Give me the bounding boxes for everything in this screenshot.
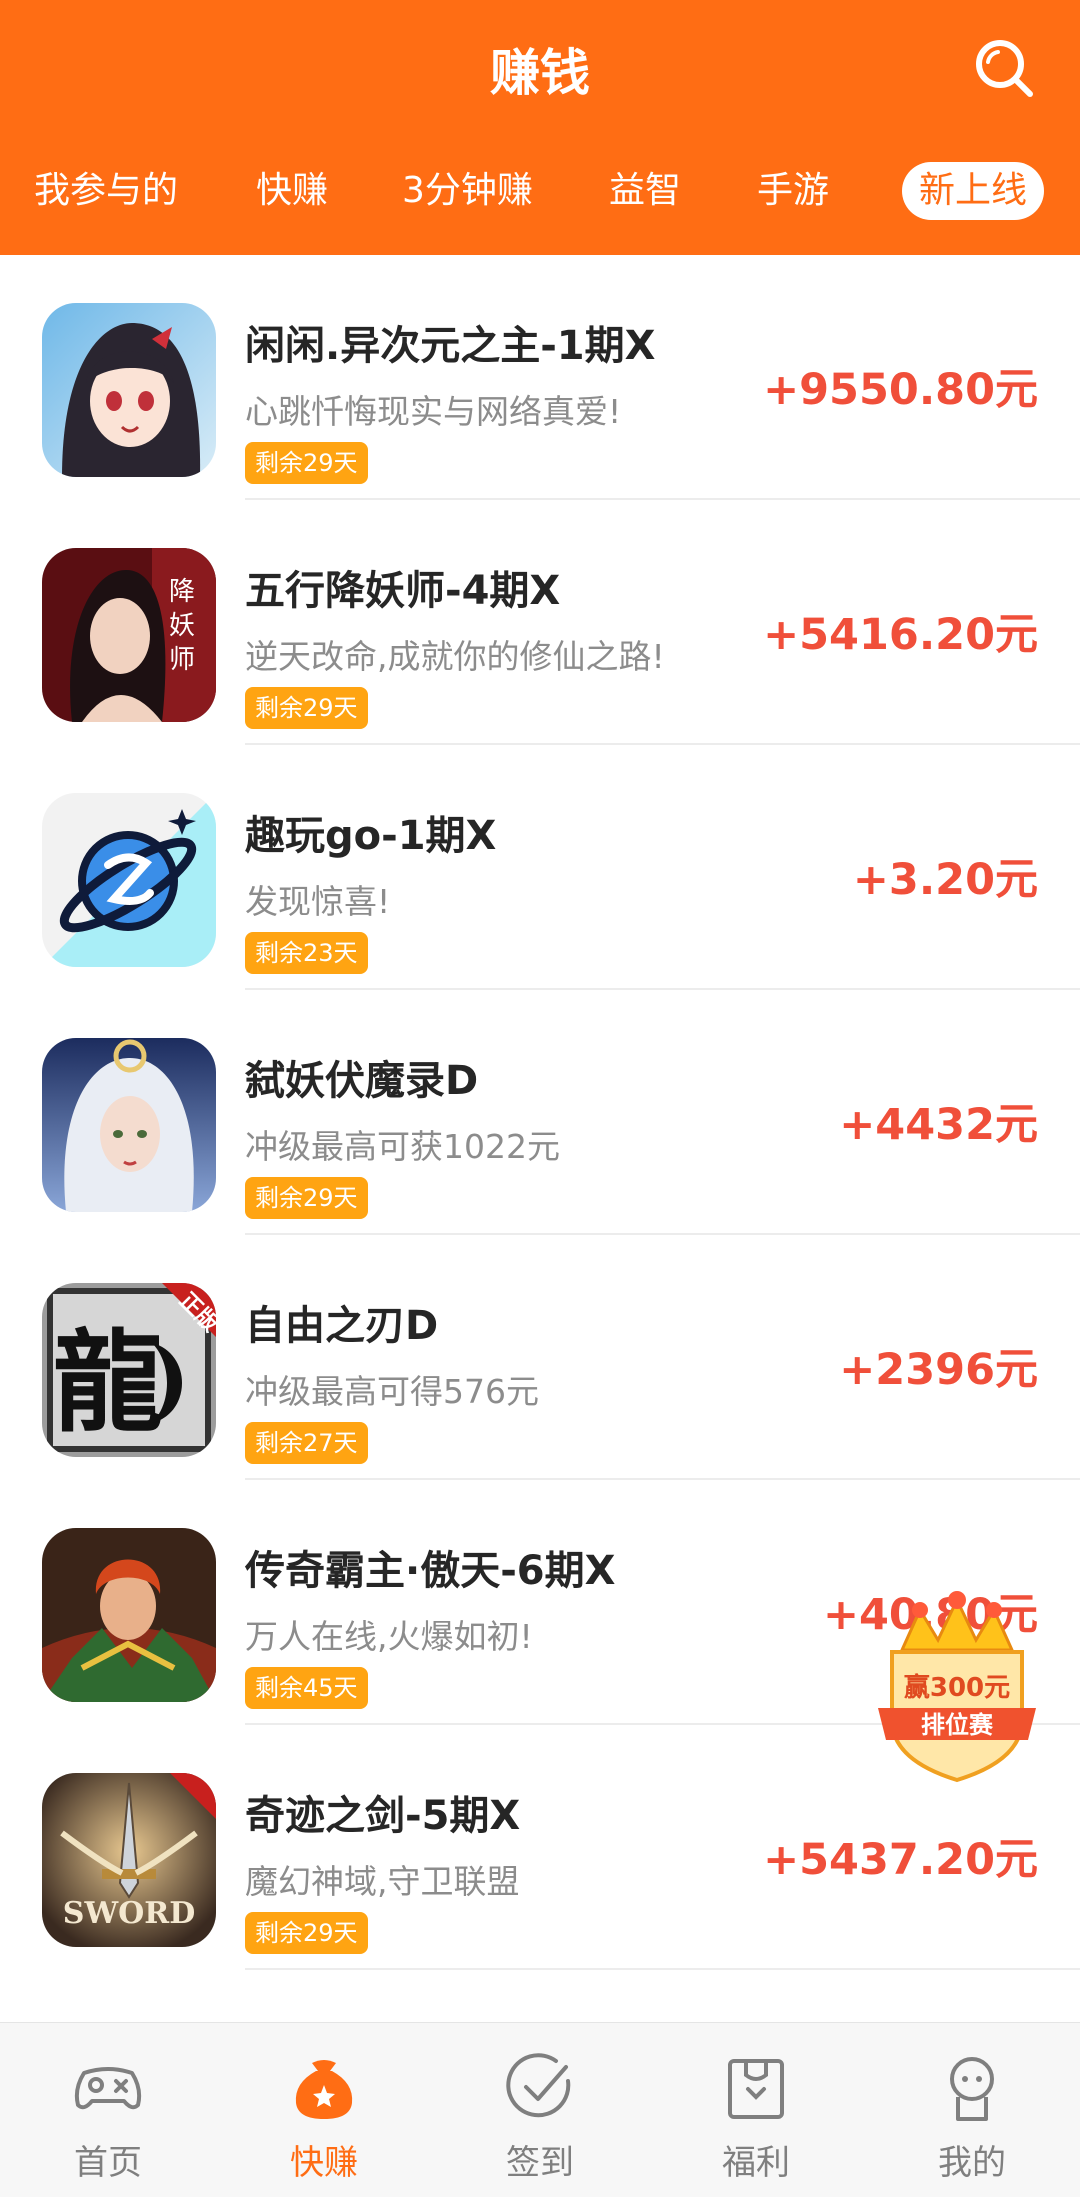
- days-left-badge: 剩余29天: [245, 687, 368, 729]
- game-title: 弑妖伏魔录D: [245, 1058, 479, 1104]
- divider: [245, 1968, 1080, 1970]
- reward-amount: +2396元: [839, 1345, 1038, 1395]
- gamepad-icon: [74, 2067, 142, 2110]
- game-description: 冲级最高可获1022元: [245, 1127, 560, 1166]
- game-description: 发现惊喜!: [245, 882, 391, 921]
- list-item[interactable]: 降 妖 师 五行降妖师-4期X 逆天改命,成就你的修仙之路! 剩余29天 +54…: [0, 500, 1080, 745]
- white-hair-warrior-game-icon: [42, 1038, 216, 1212]
- svg-text:妖: 妖: [169, 611, 195, 641]
- days-left-badge: 剩余23天: [245, 932, 368, 974]
- page-title: 赚钱: [490, 44, 590, 102]
- game-description: 冲级最高可得576元: [245, 1372, 539, 1411]
- list-item[interactable]: 趣玩go-1期X 发现惊喜! 剩余23天 +3.20元: [0, 745, 1080, 990]
- nav-mine-label: 我的: [938, 2143, 1006, 2183]
- svg-text:师: 师: [169, 645, 195, 675]
- reward-amount: +9550.80元: [763, 365, 1038, 415]
- days-left-badge: 剩余27天: [245, 1422, 368, 1464]
- reward-amount: +3.20元: [852, 855, 1038, 905]
- nav-welfare[interactable]: 福利: [648, 2023, 864, 2197]
- float-ad-line2: 排位赛: [921, 1711, 994, 1739]
- header-bar: 赚钱 我参与的 快赚 3分钟赚 益智 手游 新上线: [0, 0, 1080, 255]
- tab-participated[interactable]: 我参与的: [34, 160, 178, 222]
- game-title: 传奇霸主·傲天-6期X: [245, 1548, 616, 1594]
- search-icon[interactable]: [972, 36, 1036, 100]
- tab-three-minute-earn[interactable]: 3分钟赚: [402, 160, 533, 222]
- game-title: 五行降妖师-4期X: [245, 568, 561, 614]
- reward-amount: +5416.20元: [763, 610, 1038, 660]
- xianxia-woman-game-icon: 降 妖 师: [42, 548, 216, 722]
- red-hair-warrior-game-icon: [42, 1528, 216, 1702]
- nav-check-in-label: 签到: [506, 2143, 574, 2183]
- dragon-calligraphy-game-icon: 正版 龍: [42, 1283, 216, 1457]
- blue-planet-app-icon: [42, 793, 216, 967]
- game-description: 魔幻神域,守卫联盟: [245, 1862, 520, 1901]
- game-title: 奇迹之剑-5期X: [245, 1793, 521, 1839]
- gift-box-icon: [728, 2059, 784, 2119]
- list-item[interactable]: 闲闲.异次元之主-1期X 心跳忏悔现实与网络真爱! 剩余29天 +9550.80…: [0, 255, 1080, 500]
- game-description: 心跳忏悔现实与网络真爱!: [245, 392, 622, 431]
- game-title: 闲闲.异次元之主-1期X: [245, 323, 656, 369]
- tab-new-releases[interactable]: 新上线: [902, 162, 1045, 220]
- list-item[interactable]: 正版 龍 自由之刃D 冲级最高可得576元 剩余27天 +2396元: [0, 1235, 1080, 1480]
- nav-home[interactable]: 首页: [0, 2023, 216, 2197]
- nav-welfare-label: 福利: [722, 2143, 790, 2183]
- reward-amount: +4432元: [839, 1100, 1038, 1150]
- tab-puzzle[interactable]: 益智: [609, 160, 681, 222]
- game-description: 逆天改命,成就你的修仙之路!: [245, 637, 665, 676]
- nav-quick-earn[interactable]: 快赚: [216, 2023, 432, 2197]
- svg-text:SWORD: SWORD: [63, 1896, 195, 1931]
- category-tabs: 我参与的 快赚 3分钟赚 益智 手游 新上线: [0, 160, 1080, 222]
- days-left-badge: 剩余29天: [245, 1177, 368, 1219]
- tab-mobile-games[interactable]: 手游: [757, 160, 829, 222]
- profile-icon: [950, 2057, 994, 2121]
- nav-home-label: 首页: [74, 2143, 142, 2183]
- reward-amount: +5437.20元: [763, 1835, 1038, 1885]
- sword-game-icon: SWORD: [42, 1773, 216, 1947]
- nav-quick-earn-label: 快赚: [290, 2143, 358, 2183]
- bottom-navigation: 首页 快赚 签到 福利 我的: [0, 2022, 1080, 2197]
- svg-text:降: 降: [169, 577, 195, 607]
- nav-check-in[interactable]: 签到: [432, 2023, 648, 2197]
- money-bag-icon: [295, 2060, 353, 2119]
- game-description: 万人在线,火爆如初!: [245, 1617, 533, 1656]
- ranking-contest-float-button[interactable]: 赢300元 排位赛: [872, 1590, 1042, 1790]
- days-left-badge: 剩余29天: [245, 1912, 368, 1954]
- game-title: 趣玩go-1期X: [245, 813, 497, 859]
- float-ad-line1: 赢300元: [904, 1672, 1010, 1703]
- game-title: 自由之刃D: [245, 1303, 439, 1349]
- days-left-badge: 剩余45天: [245, 1667, 368, 1709]
- svg-text:龍: 龍: [53, 1318, 163, 1447]
- tab-quick-earn[interactable]: 快赚: [256, 160, 328, 222]
- check-circle-icon: [506, 2053, 571, 2118]
- list-item[interactable]: 弑妖伏魔录D 冲级最高可获1022元 剩余29天 +4432元: [0, 990, 1080, 1235]
- days-left-badge: 剩余29天: [245, 442, 368, 484]
- nav-mine[interactable]: 我的: [864, 2023, 1080, 2197]
- anime-girl-game-icon: [42, 303, 216, 477]
